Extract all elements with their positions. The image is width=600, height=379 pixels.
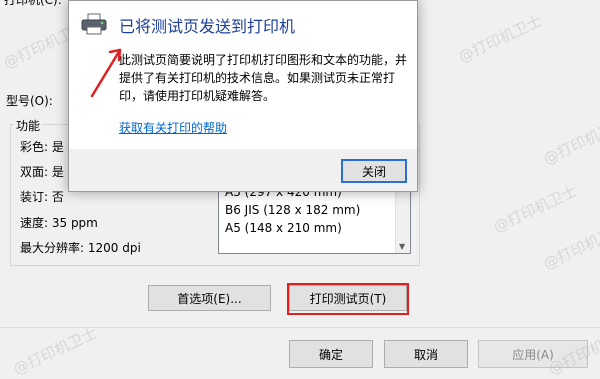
dialog-title: 已将测试页发送到打印机 bbox=[119, 17, 296, 36]
feature-color: 彩色: 是 bbox=[20, 140, 64, 154]
feature-max-resolution: 最大分辨率: 1200 dpi bbox=[20, 241, 141, 255]
paper-item[interactable]: A5 (148 x 210 mm) bbox=[225, 221, 342, 235]
cancel-button[interactable]: 取消 bbox=[384, 340, 468, 368]
scroll-down-icon[interactable]: ▼ bbox=[399, 242, 405, 251]
close-button[interactable]: 关闭 bbox=[341, 159, 407, 183]
paper-item[interactable]: B6 JIS (128 x 182 mm) bbox=[225, 203, 360, 217]
printer-label: 打印机(C): bbox=[4, 0, 62, 7]
help-link[interactable]: 获取有关打印的帮助 bbox=[119, 119, 227, 136]
feature-duplex: 双面: 是 bbox=[20, 165, 64, 179]
print-test-highlight bbox=[287, 283, 409, 315]
annotation-arrow-icon bbox=[90, 48, 122, 98]
preferences-button[interactable]: 首选项(E)... bbox=[148, 285, 271, 311]
apply-button[interactable]: 应用(A) bbox=[478, 340, 588, 368]
printer-icon bbox=[81, 13, 107, 35]
features-title: 功能 bbox=[14, 117, 43, 134]
feature-speed: 速度: 35 ppm bbox=[20, 216, 98, 230]
ok-button[interactable]: 确定 bbox=[289, 340, 373, 368]
dialog-message: 此测试页简要说明了打印机打印图形和文本的功能，并提供了有关打印机的技术信息。如果… bbox=[119, 53, 408, 103]
feature-staple: 装订: 否 bbox=[20, 190, 64, 204]
model-label: 型号(O): bbox=[6, 94, 53, 108]
